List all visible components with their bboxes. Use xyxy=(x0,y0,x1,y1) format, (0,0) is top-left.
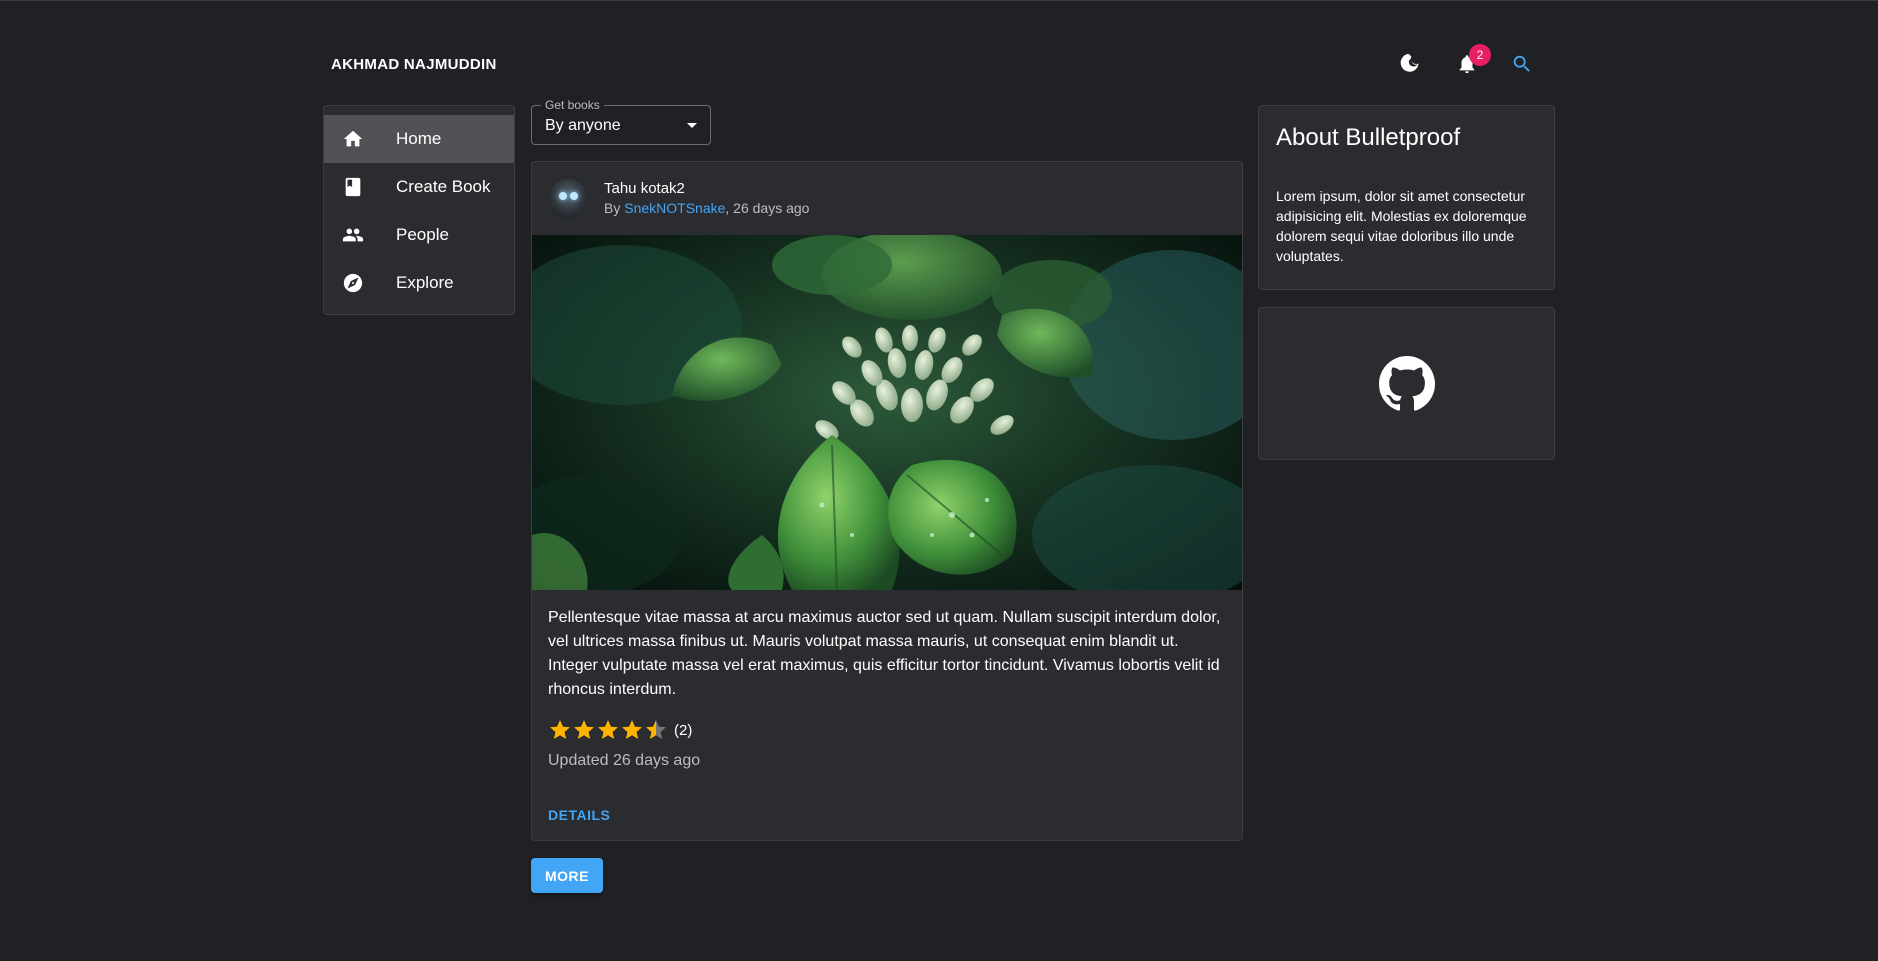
notifications-button[interactable]: 2 xyxy=(1449,44,1491,82)
star-icon xyxy=(622,720,642,739)
compass-icon xyxy=(342,272,364,294)
details-button[interactable]: DETAILS xyxy=(548,807,610,823)
search-icon xyxy=(1513,55,1530,72)
search-button[interactable] xyxy=(1504,46,1540,82)
sidebar-item-people[interactable]: People xyxy=(324,211,514,259)
select-label: Get books xyxy=(541,98,604,112)
top-divider xyxy=(0,0,1878,1)
sidebar-item-label: People xyxy=(396,225,449,244)
author-link[interactable]: SnekNOTSnake xyxy=(624,200,725,216)
sidebar-item-label: Home xyxy=(396,129,442,148)
select-value: By anyone xyxy=(545,117,621,134)
book-title[interactable]: Tahu kotak2 xyxy=(604,180,685,197)
book-byline: By SnekNOTSnake, 26 days ago xyxy=(604,200,809,216)
avatar-eye xyxy=(559,192,567,200)
sidebar-item-home[interactable]: Home xyxy=(324,115,514,163)
sidebar-item-explore[interactable]: Explore xyxy=(324,259,514,307)
byline-time: , 26 days ago xyxy=(725,200,810,216)
theme-toggle-icon xyxy=(1400,53,1419,72)
github-icon[interactable] xyxy=(1379,356,1435,412)
about-panel: About Bulletproof Lorem ipsum, dolor sit… xyxy=(1258,105,1555,290)
star-icon xyxy=(574,720,594,739)
about-title: About Bulletproof xyxy=(1276,124,1461,151)
more-button[interactable]: MORE xyxy=(531,858,603,893)
people-icon xyxy=(342,224,364,246)
theme-toggle-button[interactable] xyxy=(1391,46,1427,82)
book-cover-image xyxy=(532,235,1242,590)
byline-prefix: By xyxy=(604,200,625,216)
caret-down-icon xyxy=(687,123,697,128)
plant-photo xyxy=(532,235,1242,590)
sidebar-item-label: Create Book xyxy=(396,177,491,196)
get-books-select[interactable]: Get books By anyone xyxy=(531,98,711,145)
home-icon xyxy=(342,128,364,150)
updated-time: Updated 26 days ago xyxy=(548,752,701,769)
book-icon xyxy=(342,176,364,198)
avatar-eye xyxy=(570,192,578,200)
sidebar-nav: Home Create Book People Explore xyxy=(323,105,515,315)
book-card: Tahu kotak2 By SnekNOTSnake, 26 days ago xyxy=(531,161,1243,841)
notification-badge: 2 xyxy=(1469,44,1491,66)
book-description: Pellentesque vitae massa at arcu maximus… xyxy=(548,609,1221,698)
sidebar-item-label: Explore xyxy=(396,273,454,292)
rating-count: (2) xyxy=(674,721,693,739)
star-icon xyxy=(598,720,618,739)
star-icon xyxy=(646,720,666,739)
sidebar-item-create-book[interactable]: Create Book xyxy=(324,163,514,211)
github-panel xyxy=(1258,307,1555,460)
avatar[interactable] xyxy=(548,179,588,219)
star-rating: (2) xyxy=(548,718,692,742)
star-icon xyxy=(550,720,570,739)
about-text: Lorem ipsum, dolor sit amet consectetur … xyxy=(1276,188,1527,264)
brand-title[interactable]: AKHMAD NAJMUDDIN xyxy=(331,56,497,73)
